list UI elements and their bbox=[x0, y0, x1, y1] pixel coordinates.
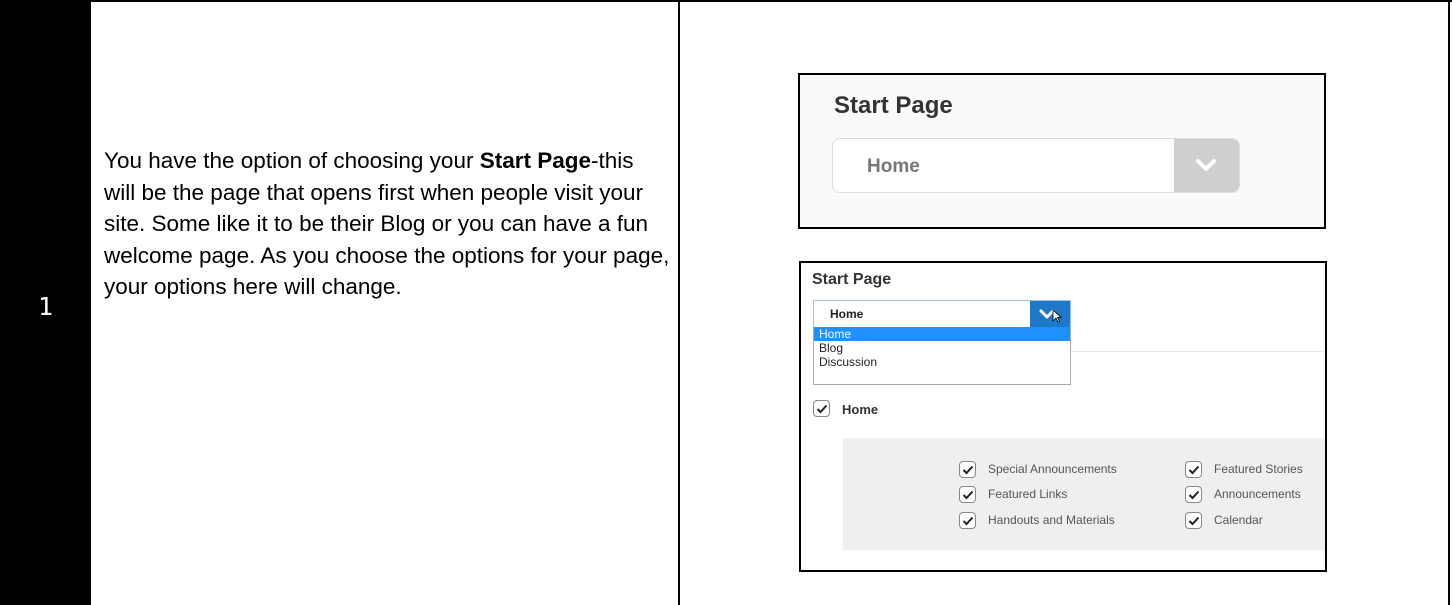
section-checkbox[interactable] bbox=[959, 461, 976, 478]
option-home[interactable]: Home bbox=[814, 327, 1070, 341]
checkmark-icon bbox=[962, 516, 974, 526]
section-label: Featured Links bbox=[988, 487, 1068, 501]
section-checkbox[interactable] bbox=[1185, 486, 1202, 503]
home-checkbox-label: Home bbox=[842, 402, 879, 417]
section-label: Calendar bbox=[1214, 513, 1263, 527]
instructions-text: You have the option of choosing your Sta… bbox=[104, 145, 670, 303]
section-label: Special Announcements bbox=[988, 462, 1117, 476]
step-number: 1 bbox=[37, 292, 54, 321]
table-right-border bbox=[1448, 0, 1450, 605]
checkmark-icon bbox=[962, 490, 974, 500]
column-divider bbox=[678, 0, 680, 605]
section-checkbox[interactable] bbox=[959, 512, 976, 529]
start-page-selected-value: Home bbox=[867, 156, 920, 177]
section-checkbox[interactable] bbox=[1185, 512, 1202, 529]
instructions-prefix: You have the option of choosing your bbox=[104, 148, 480, 173]
start-page-dropdown-button[interactable] bbox=[1030, 301, 1070, 327]
section-checkbox[interactable] bbox=[959, 486, 976, 503]
section-label: Announcements bbox=[1214, 487, 1301, 501]
start-page-screenshot-expanded: Start Page Home Home Blog Discussion Hom… bbox=[799, 261, 1327, 572]
section-checkbox[interactable] bbox=[1185, 461, 1202, 478]
section-label: Featured Stories bbox=[1214, 462, 1303, 476]
section-label: Handouts and Materials bbox=[988, 513, 1115, 527]
step-number-column: 1 bbox=[0, 0, 91, 605]
checkmark-icon bbox=[1188, 490, 1200, 500]
checkmark-icon bbox=[962, 465, 974, 475]
start-page-options-list: Home Blog Discussion bbox=[813, 327, 1071, 385]
chevron-down-icon bbox=[1039, 309, 1063, 323]
table-top-border bbox=[0, 0, 1452, 2]
checkmark-icon bbox=[1188, 465, 1200, 475]
start-page-dropdown-button[interactable] bbox=[1174, 139, 1239, 192]
start-page-select[interactable]: Home bbox=[832, 138, 1240, 193]
home-sections-panel: Special Announcements Featured Links Han… bbox=[843, 438, 1325, 550]
start-page-screenshot-collapsed: Start Page Home bbox=[798, 73, 1326, 229]
start-page-selected-value: Home bbox=[830, 307, 864, 321]
instructions-bold-start-page: Start Page bbox=[479, 148, 591, 173]
start-page-title: Start Page bbox=[812, 271, 892, 288]
start-page-title: Start Page bbox=[834, 92, 953, 119]
option-discussion[interactable]: Discussion bbox=[814, 355, 1070, 369]
home-checkbox[interactable] bbox=[813, 400, 830, 417]
checkmark-icon bbox=[816, 404, 828, 414]
start-page-select[interactable]: Home bbox=[813, 300, 1071, 328]
checkmark-icon bbox=[1188, 516, 1200, 526]
option-blog[interactable]: Blog bbox=[814, 341, 1070, 355]
chevron-down-icon bbox=[1196, 159, 1216, 171]
